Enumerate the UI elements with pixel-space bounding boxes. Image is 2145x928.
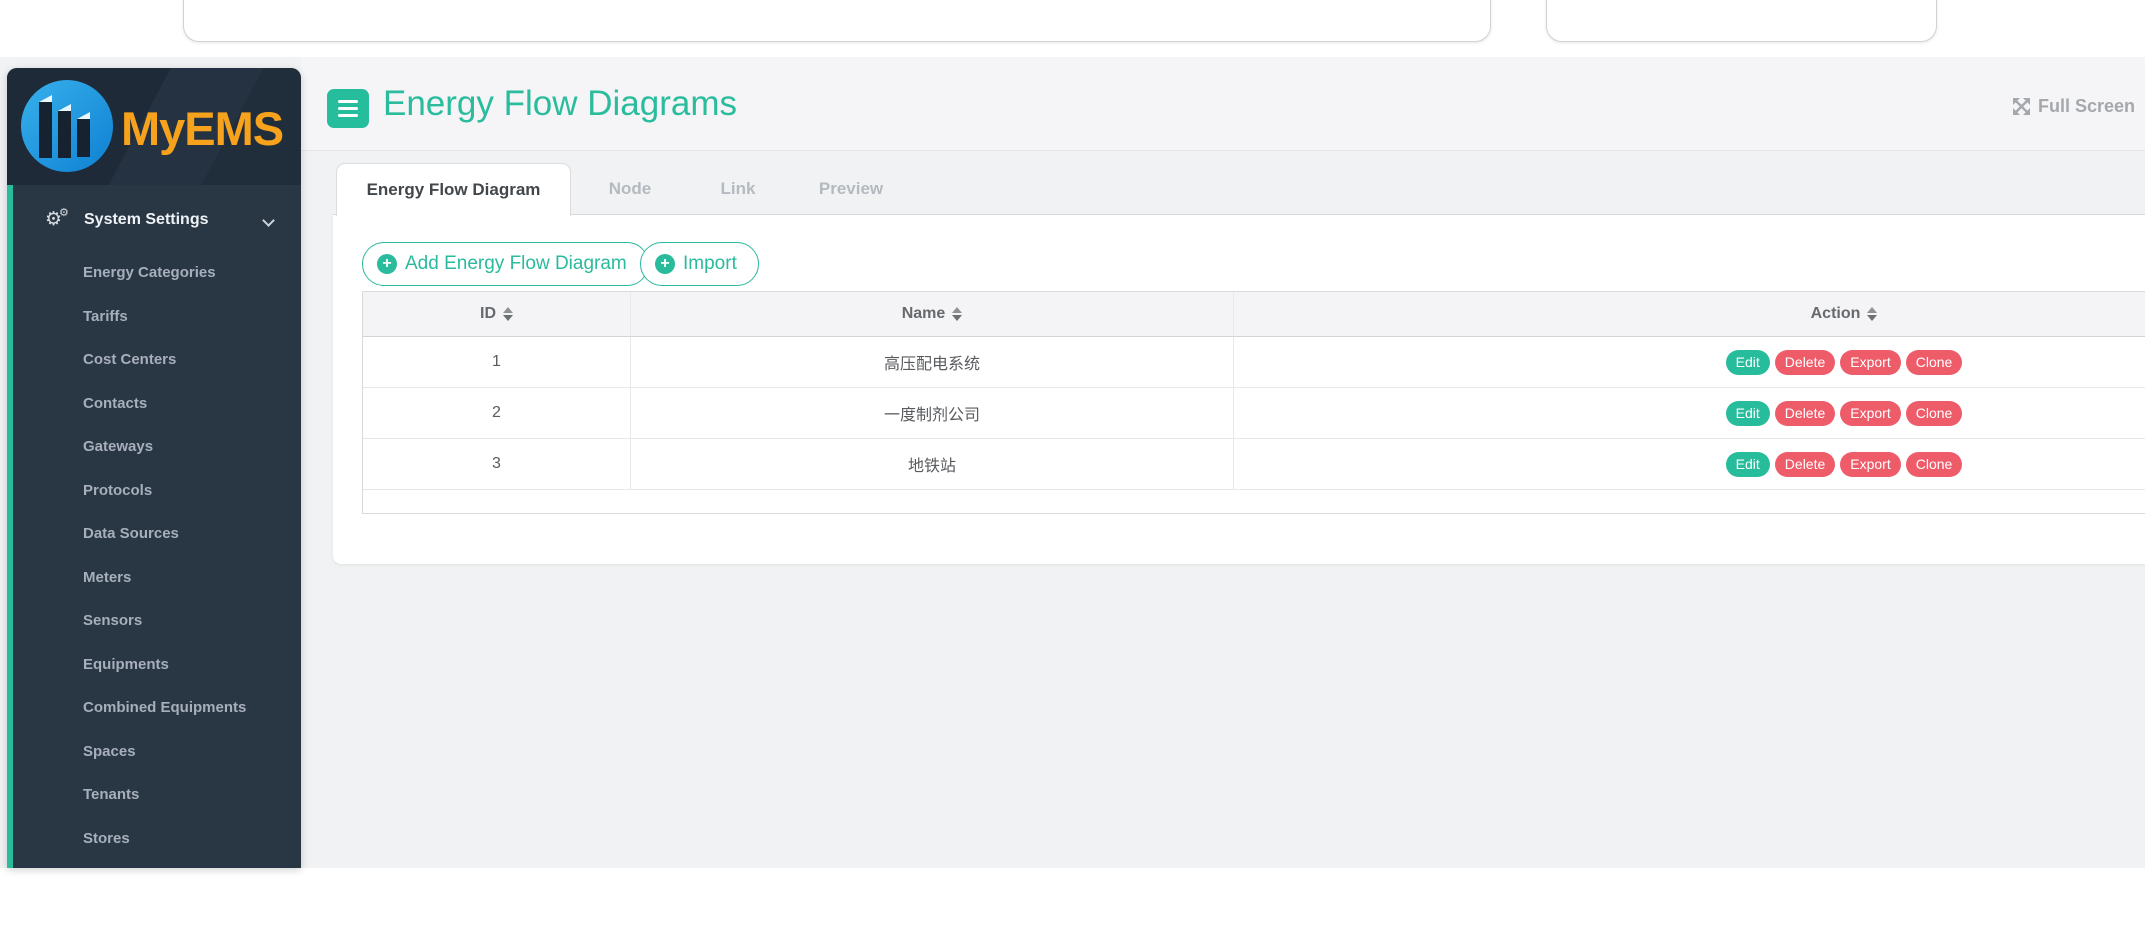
sidebar-item-stores[interactable]: Stores [13,817,301,861]
myems-logo-icon [19,78,115,174]
sidebar-group-system-settings[interactable]: ⚙⚙ System Settings [13,198,301,242]
sidebar-item-cost-centers[interactable]: Cost Centers [13,338,301,382]
table-footer-strip [363,490,2145,513]
sidebar-item-tenants[interactable]: Tenants [13,773,301,817]
sidebar-nav: ⚙⚙ System Settings Energy Categories Tar… [7,185,301,868]
sidebar-item-spaces[interactable]: Spaces [13,730,301,774]
tab-link[interactable]: Link [721,163,756,214]
header-divider [301,150,2145,151]
edit-button[interactable]: Edit [1726,401,1770,426]
cell-actions: Edit Delete Export Clone [1234,439,2145,489]
sidebar-group-label: System Settings [84,211,208,229]
sidebar-item-combined-equipments[interactable]: Combined Equipments [13,686,301,730]
edit-button[interactable]: Edit [1726,350,1770,375]
add-energy-flow-diagram-button[interactable]: + Add Energy Flow Diagram [362,242,649,286]
sidebar-logo-block[interactable]: MyEMS [7,68,301,185]
page-title: Energy Flow Diagrams [383,84,737,124]
sidebar-item-contacts[interactable]: Contacts [13,382,301,426]
cell-actions: Edit Delete Export Clone [1234,388,2145,438]
export-button[interactable]: Export [1840,350,1900,375]
expand-icon [2012,97,2031,116]
browser-chrome-remnant-right [1546,0,1937,42]
hamburger-icon [338,100,358,103]
app-window: MyEMS ⚙⚙ System Settings Energy Categori… [0,0,2145,928]
export-button[interactable]: Export [1840,452,1900,477]
brand-name: MyEMS [121,101,283,156]
plus-circle-icon: + [377,254,397,274]
column-header-name[interactable]: Name [631,292,1234,337]
gear-icon: ⚙⚙ [45,210,75,230]
sidebar: MyEMS ⚙⚙ System Settings Energy Categori… [7,68,301,868]
chevron-down-icon [262,214,275,227]
table-row: 3 地铁站 Edit Delete Export Clone [363,439,2145,490]
tab-energy-flow-diagram[interactable]: Energy Flow Diagram [336,163,571,216]
table-header-row: ID Name Action [363,292,2145,337]
cell-actions: Edit Delete Export Clone [1234,337,2145,387]
cell-name: 一度制剂公司 [631,388,1234,438]
sidebar-item-sensors[interactable]: Sensors [13,599,301,643]
tab-preview[interactable]: Preview [819,163,883,214]
column-header-id[interactable]: ID [363,292,631,337]
clone-button[interactable]: Clone [1906,350,1963,375]
sidebar-item-meters[interactable]: Meters [13,556,301,600]
plus-circle-icon: + [655,254,675,274]
content-card: + Add Energy Flow Diagram + Import ID Na… [333,215,2145,564]
diagrams-table: ID Name Action 1 高压配电系统 Edit [362,291,2145,514]
cell-id: 2 [363,388,631,438]
browser-chrome-remnant-left [183,0,1491,42]
delete-button[interactable]: Delete [1775,350,1835,375]
table-row: 2 一度制剂公司 Edit Delete Export Clone [363,388,2145,439]
sidebar-items: Energy Categories Tariffs Cost Centers C… [13,251,301,860]
cell-id: 3 [363,439,631,489]
delete-button[interactable]: Delete [1775,401,1835,426]
cell-id: 1 [363,337,631,387]
column-header-action[interactable]: Action [1234,292,2145,337]
fullscreen-button[interactable]: Full Screen [2012,96,2135,117]
clone-button[interactable]: Clone [1906,401,1963,426]
sidebar-item-equipments[interactable]: Equipments [13,643,301,687]
menu-toggle-button[interactable] [327,89,369,128]
add-button-label: Add Energy Flow Diagram [405,253,627,275]
delete-button[interactable]: Delete [1775,452,1835,477]
export-button[interactable]: Export [1840,401,1900,426]
edit-button[interactable]: Edit [1726,452,1770,477]
import-button-label: Import [683,253,737,275]
cell-name: 地铁站 [631,439,1234,489]
cell-name: 高压配电系统 [631,337,1234,387]
sidebar-item-data-sources[interactable]: Data Sources [13,512,301,556]
table-row: 1 高压配电系统 Edit Delete Export Clone [363,337,2145,388]
sidebar-item-gateways[interactable]: Gateways [13,425,301,469]
sidebar-item-protocols[interactable]: Protocols [13,469,301,513]
sidebar-item-tariffs[interactable]: Tariffs [13,295,301,339]
sort-icon [1867,307,1877,321]
sidebar-item-energy-categories[interactable]: Energy Categories [13,251,301,295]
sort-icon [503,307,513,321]
tab-node[interactable]: Node [609,163,652,214]
import-button[interactable]: + Import [640,242,759,286]
sort-icon [952,307,962,321]
clone-button[interactable]: Clone [1906,452,1963,477]
fullscreen-label: Full Screen [2038,96,2135,117]
